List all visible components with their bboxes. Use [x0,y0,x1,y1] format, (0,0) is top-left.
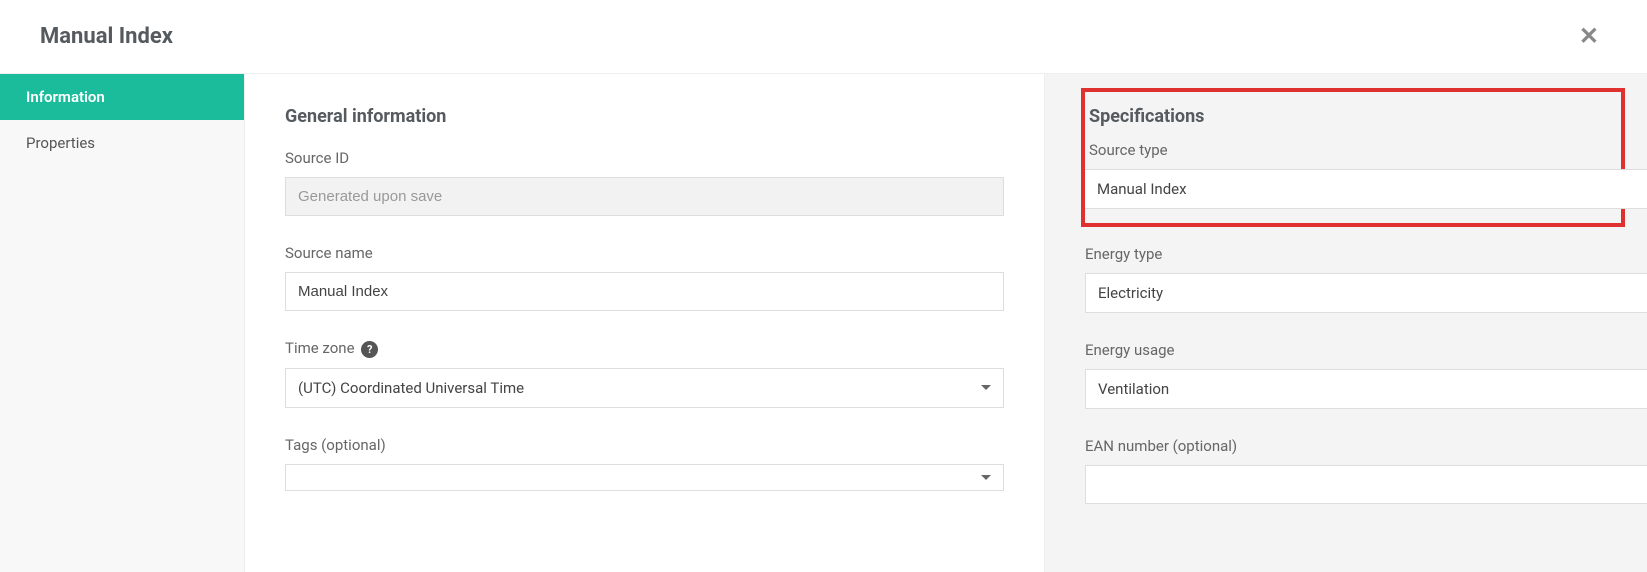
chevron-down-icon [981,385,991,390]
specifications-panel: Specifications Source type Manual Index … [1044,74,1647,572]
chevron-down-icon [981,475,991,480]
page-title: Manual Index [40,24,173,49]
energy-usage-label: Energy usage [1085,341,1607,359]
ean-number-label: EAN number (optional) [1085,437,1607,455]
main-panel: General information Source ID Source nam… [245,74,1044,572]
energy-type-select[interactable]: Electricity [1085,273,1647,313]
time-zone-value: (UTC) Coordinated Universal Time [298,379,524,397]
sidebar-item-label: Information [26,88,105,106]
source-name-input[interactable] [285,272,1004,311]
tags-select[interactable] [285,464,1004,491]
source-id-label: Source ID [285,149,1004,167]
help-icon[interactable]: ? [361,341,378,358]
energy-usage-group: Energy usage Ventilation [1085,341,1607,409]
energy-type-label: Energy type [1085,245,1607,263]
specifications-title: Specifications [1085,106,1607,127]
source-type-highlight: Specifications Source type Manual Index [1081,88,1625,227]
sidebar-item-label: Properties [26,134,95,152]
ean-number-group: EAN number (optional) [1085,437,1607,504]
source-name-label: Source name [285,244,1004,262]
sidebar-item-information[interactable]: Information [0,74,244,120]
time-zone-group: Time zone ? (UTC) Coordinated Universal … [285,339,1004,408]
source-name-group: Source name [285,244,1004,311]
close-icon: ✕ [1579,23,1599,50]
header: Manual Index ✕ [0,0,1647,74]
tags-group: Tags (optional) [285,436,1004,491]
content-area: Information Properties General informati… [0,74,1647,572]
source-type-select[interactable]: Manual Index [1085,169,1647,209]
sidebar: Information Properties [0,74,245,572]
ean-number-input[interactable] [1085,465,1647,504]
time-zone-select[interactable]: (UTC) Coordinated Universal Time [285,368,1004,408]
source-id-group: Source ID [285,149,1004,216]
source-type-value: Manual Index [1097,180,1187,198]
source-id-input [285,177,1004,216]
source-type-label: Source type [1085,141,1607,159]
energy-usage-select[interactable]: Ventilation [1085,369,1647,409]
energy-type-group: Energy type Electricity [1085,245,1607,313]
general-info-title: General information [285,106,1004,127]
time-zone-label: Time zone ? [285,339,1004,358]
close-button[interactable]: ✕ [1571,18,1607,55]
sidebar-item-properties[interactable]: Properties [0,120,244,166]
tags-label: Tags (optional) [285,436,1004,454]
energy-type-value: Electricity [1098,284,1163,302]
time-zone-label-text: Time zone [285,339,355,357]
energy-usage-value: Ventilation [1098,380,1169,398]
